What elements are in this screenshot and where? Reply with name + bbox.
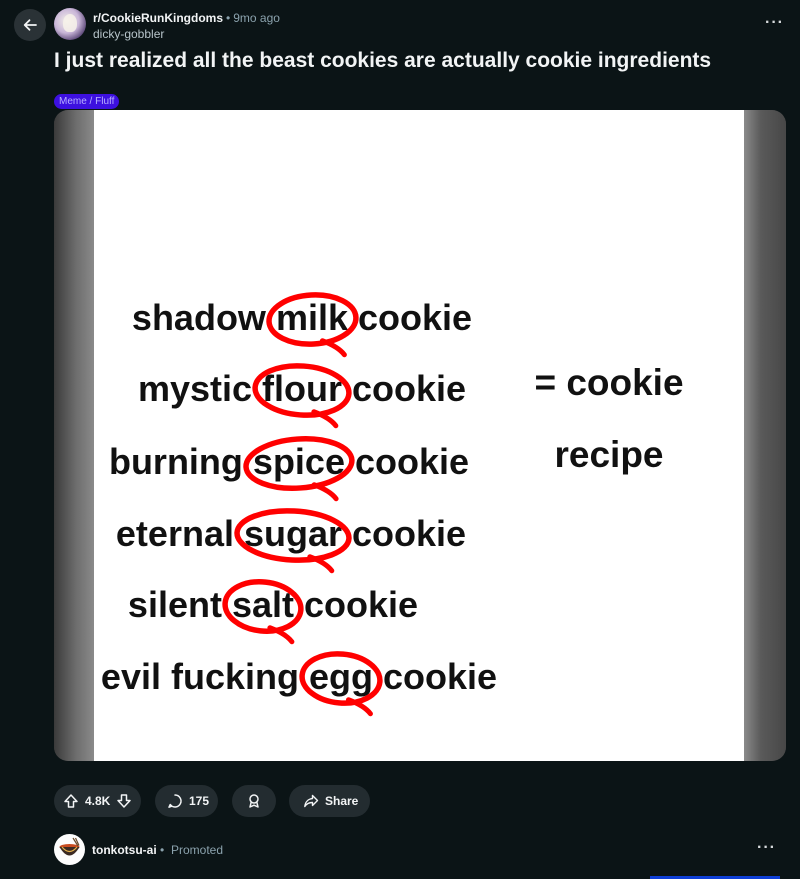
vote-count: 4.8K <box>85 794 111 808</box>
meme-row-2: mystic flour cookie <box>138 368 466 409</box>
meme-prefix: burning <box>109 441 253 482</box>
meme-image: shadow milk cookie mystic flour cookie bur… <box>94 110 744 761</box>
media-blur-right <box>744 110 786 761</box>
meme-suffix: cookie <box>348 297 472 338</box>
upvote-icon[interactable] <box>63 793 79 809</box>
post-flair[interactable]: Meme / Fluff <box>54 94 120 109</box>
ramen-bowl-icon <box>59 837 80 856</box>
promoted-account[interactable]: tonkotsu-ai <box>92 843 157 857</box>
promoted-more-button[interactable]: ··· <box>757 839 776 857</box>
meme-suffix: cookie <box>373 656 497 697</box>
meme-row-4: eternal sugar cookie <box>116 513 466 554</box>
meme-canvas: shadow milk cookie mystic flour cookie bur… <box>101 292 684 717</box>
media-blur-left <box>54 110 94 761</box>
meta-separator: • <box>226 11 231 25</box>
meme-row-1: shadow milk cookie <box>132 297 472 338</box>
meme-row-3: burning spice cookie <box>109 441 469 482</box>
share-button[interactable]: Share <box>289 785 370 817</box>
post-time: 9mo ago <box>233 11 280 25</box>
meme-result-line1: = cookie <box>534 362 683 403</box>
comments-button[interactable]: 175 <box>155 785 218 817</box>
promoted-separator: • <box>160 843 165 857</box>
meme-suffix: cookie <box>342 368 466 409</box>
post-meta: r/CookieRunKingdoms • 9mo ago <box>93 11 280 25</box>
meme-suffix: cookie <box>342 513 466 554</box>
meme-suffix: cookie <box>345 441 469 482</box>
award-button[interactable] <box>232 785 276 817</box>
more-options-button[interactable]: ··· <box>765 14 784 32</box>
share-label: Share <box>325 794 359 808</box>
subreddit-avatar[interactable] <box>54 8 86 40</box>
meme-prefix: eternal <box>116 513 244 554</box>
post-title: I just realized all the beast cookies ar… <box>54 49 712 72</box>
comment-icon <box>168 794 182 808</box>
meme-result-line2: recipe <box>554 434 663 475</box>
back-button[interactable] <box>14 9 46 41</box>
meme-row-6: evil fucking egg cookie <box>101 656 497 697</box>
vote-control: 4.8K <box>54 785 141 817</box>
meme-prefix: silent <box>128 584 232 625</box>
meme-prefix: mystic <box>138 368 262 409</box>
author-link[interactable]: dicky-gobbler <box>93 27 164 41</box>
promoted-label: Promoted <box>171 843 224 857</box>
meme-prefix: evil fucking <box>101 656 309 697</box>
subreddit-link[interactable]: r/CookieRunKingdoms <box>93 11 223 25</box>
comment-count: 175 <box>189 794 210 808</box>
promoted-avatar[interactable] <box>54 834 85 865</box>
post-media[interactable]: shadow milk cookie mystic flour cookie bur… <box>54 110 786 761</box>
meme-row-5: silent salt cookie <box>128 584 418 625</box>
arrow-left-icon <box>23 19 37 31</box>
share-icon <box>304 794 319 808</box>
award-icon <box>249 794 259 808</box>
meme-suffix: cookie <box>294 584 418 625</box>
ingredient-circle-tail-3 <box>311 482 339 502</box>
post-page: r/CookieRunKingdoms • 9mo ago dicky-gobble… <box>0 0 800 879</box>
meme-prefix: shadow <box>132 297 276 338</box>
downvote-icon[interactable] <box>116 793 132 809</box>
